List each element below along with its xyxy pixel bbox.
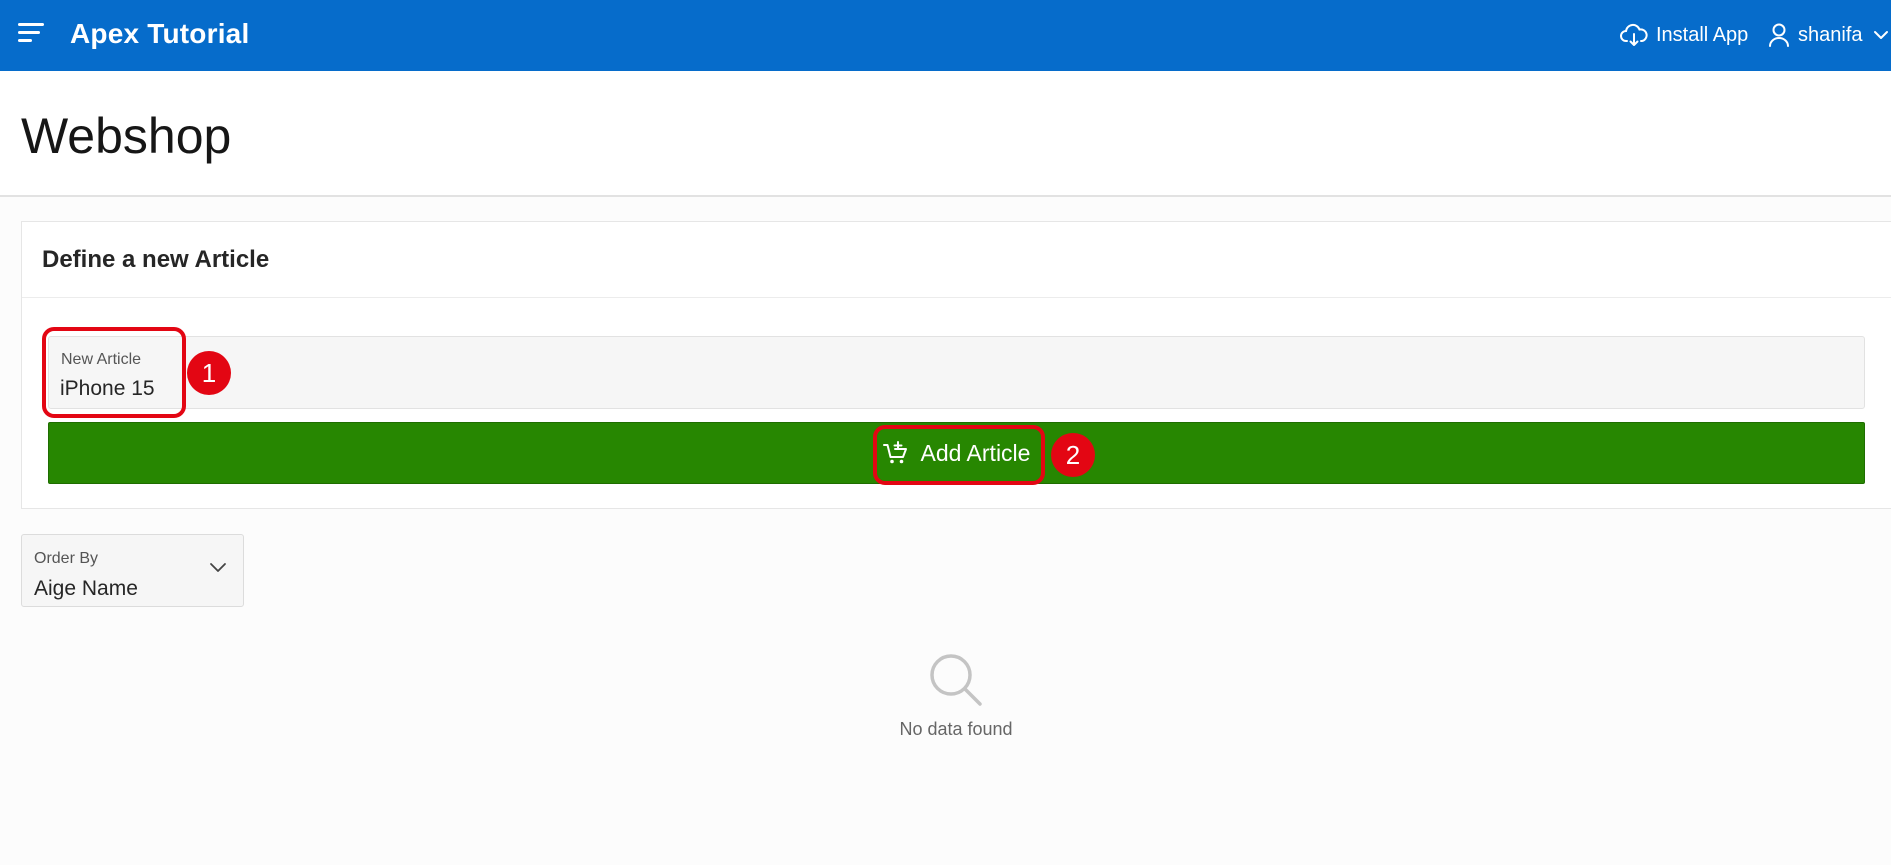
region-title: Define a new Article	[42, 245, 270, 273]
no-data-text: No data found	[899, 719, 1013, 739]
define-article-region: Define a new Article New Article Add Art…	[21, 221, 1891, 509]
page-title-region: Webshop	[0, 71, 1891, 197]
new-article-input[interactable]	[60, 375, 1840, 403]
annotation-step-2-badge: 2	[1051, 433, 1095, 477]
app-title[interactable]: Apex Tutorial	[70, 18, 249, 50]
order-by-select[interactable]: Order By Aige Name	[21, 534, 244, 607]
menu-icon[interactable]	[18, 23, 46, 47]
region-header: Define a new Article	[22, 222, 1891, 298]
install-app-label: Install App	[1656, 23, 1749, 46]
page-title: Webshop	[21, 108, 232, 164]
chevron-down-icon	[210, 563, 226, 572]
add-article-label: Add Article	[920, 439, 1031, 466]
annotation-step-1-badge: 1	[187, 351, 231, 395]
add-article-button[interactable]: Add Article	[48, 422, 1865, 484]
new-article-field[interactable]: New Article	[48, 336, 1865, 409]
no-data-message: No data found	[856, 652, 1056, 740]
user-icon	[1769, 23, 1789, 47]
new-article-label: New Article	[61, 351, 142, 368]
cloud-download-icon	[1620, 23, 1648, 46]
top-navigation-bar: Apex Tutorial Install App shanifa	[0, 0, 1891, 71]
search-icon	[930, 654, 982, 706]
order-by-label: Order By	[34, 550, 99, 567]
user-name: shanifa	[1798, 23, 1863, 46]
install-app-button[interactable]: Install App	[1620, 20, 1748, 50]
chevron-down-icon	[1873, 31, 1888, 39]
user-menu-button[interactable]: shanifa	[1768, 20, 1889, 50]
cart-add-icon	[882, 441, 907, 464]
order-by-value: Aige Name	[34, 577, 138, 600]
